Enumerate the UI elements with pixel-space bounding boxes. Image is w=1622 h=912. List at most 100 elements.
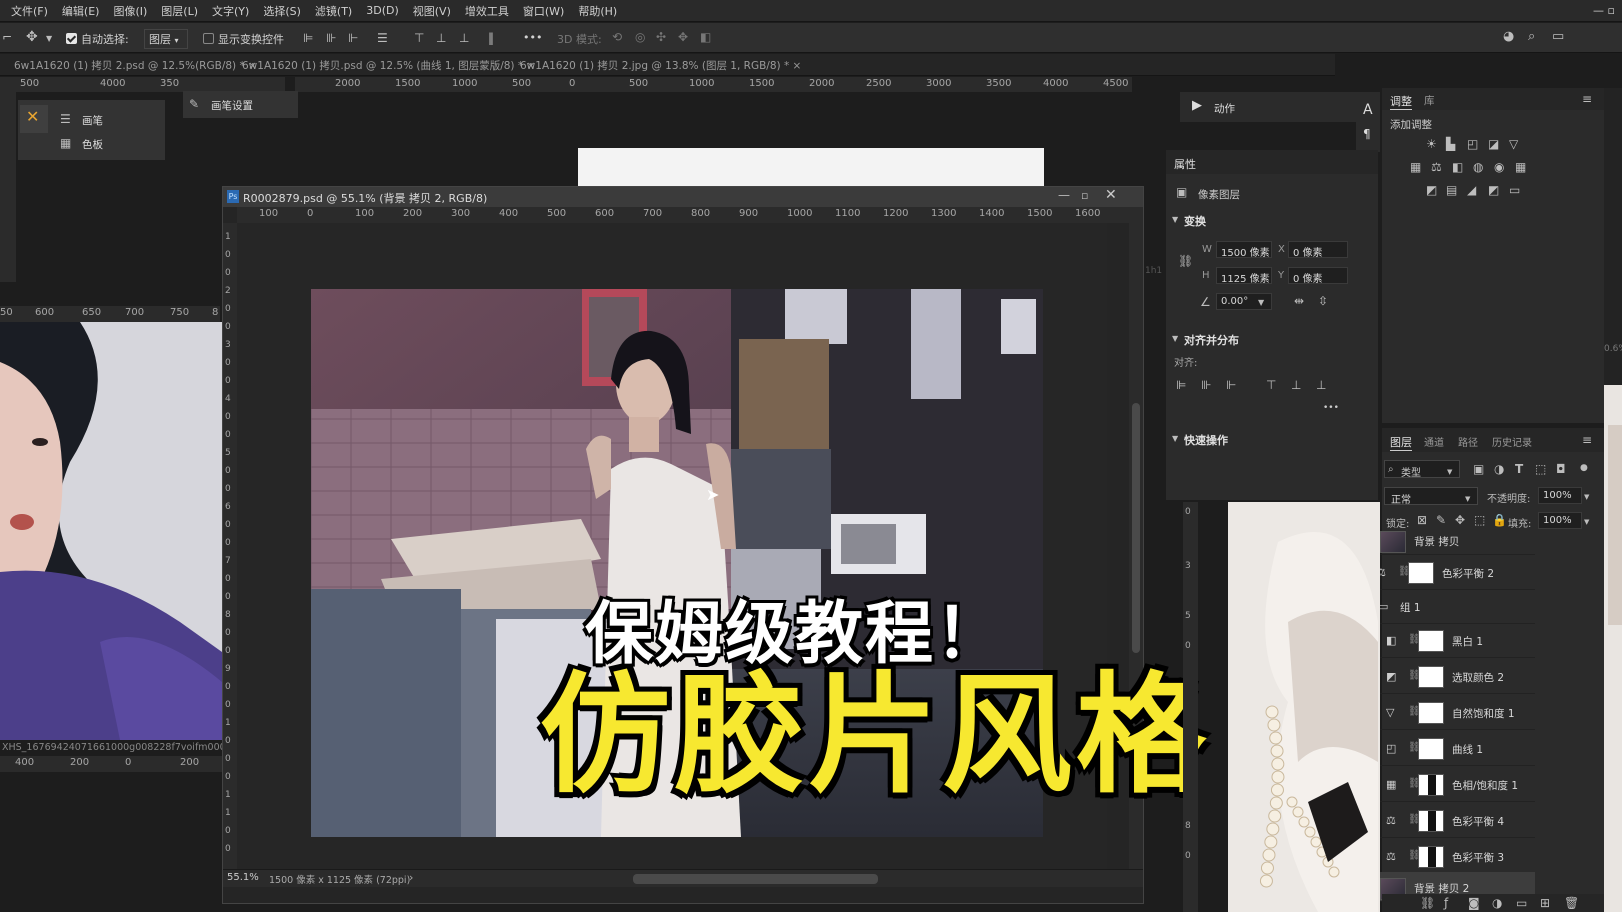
orbit-3d-icon[interactable]: ⟲	[612, 31, 622, 43]
filter-shape-icon[interactable]: ⬚	[1535, 463, 1546, 475]
distribute-v-icon[interactable]: ‖	[488, 32, 494, 44]
actions-panel-tab[interactable]: ▶ 动作	[1180, 92, 1358, 122]
channels-tab[interactable]: 通道	[1424, 434, 1444, 449]
align-middle-v-icon[interactable]: ⊥	[1291, 379, 1301, 391]
filter-pixel-icon[interactable]: ▣	[1473, 463, 1484, 475]
search-icon[interactable]: ⌕	[1528, 30, 1535, 43]
curves-icon[interactable]: ◰	[1467, 138, 1478, 150]
layer-mask-thumbnail[interactable]	[1418, 738, 1444, 760]
align-left-icon[interactable]: ⊫	[1176, 379, 1186, 391]
link-icon[interactable]: ⛓	[1178, 255, 1193, 267]
gradient-map-icon[interactable]: ▭	[1509, 184, 1520, 196]
menu-item[interactable]: 增效工具	[458, 3, 516, 19]
menu-item[interactable]: 图层(L)	[154, 3, 205, 19]
menu-item[interactable]: 3D(D)	[359, 4, 406, 17]
distribute-icon[interactable]: ☰	[377, 32, 388, 44]
lock-image-icon[interactable]: ✎	[1436, 514, 1446, 526]
layer-mask-thumbnail[interactable]	[1418, 666, 1444, 688]
lock-position-icon[interactable]: ✥	[1455, 514, 1465, 526]
fill-field[interactable]: 100%	[1538, 512, 1582, 529]
move-tool-icon[interactable]: ✥	[26, 30, 38, 44]
link-layers-icon[interactable]: ⛓	[1420, 897, 1435, 909]
align-bottom-icon[interactable]: ⊥	[1316, 379, 1326, 391]
threshold-icon[interactable]: ◢	[1467, 184, 1476, 196]
layer-mask-thumbnail[interactable]	[1418, 810, 1444, 832]
minimize-icon[interactable]: —	[1058, 188, 1070, 202]
doc-tab-3[interactable]: 6w1A1620 (1) 拷贝 2.jpg @ 13.8% (图层 1, RGB…	[520, 58, 801, 76]
maximize-icon[interactable]: ▫	[1081, 189, 1088, 202]
filter-toggle-icon[interactable]: ●	[1580, 462, 1588, 474]
color-lookup-icon[interactable]: ▦	[1515, 161, 1526, 173]
align-right-icon[interactable]: ⊩	[1226, 379, 1236, 391]
zoom-level[interactable]: 55.1%	[227, 872, 259, 883]
adjustments-tab[interactable]: 调整	[1390, 93, 1412, 110]
opacity-field[interactable]: 100%	[1538, 487, 1582, 504]
blend-mode-dropdown[interactable]: 正常 ▼	[1384, 487, 1478, 506]
lock-artboard-icon[interactable]: ⬚	[1474, 514, 1485, 526]
align-top-icon[interactable]: ⊤	[1266, 379, 1276, 391]
channel-mixer-icon[interactable]: ◉	[1494, 161, 1504, 173]
auto-select-checkbox[interactable]: 自动选择:	[66, 31, 129, 47]
menu-item[interactable]: 帮助(H)	[571, 3, 624, 19]
selective-color-icon[interactable]: ◩	[1488, 184, 1499, 196]
camera-3d-icon[interactable]: ◧	[700, 31, 711, 43]
align-top-icon[interactable]: ⊤	[414, 32, 424, 44]
delete-layer-icon[interactable]: 🗑	[1564, 897, 1579, 909]
exposure-icon[interactable]: ◪	[1488, 138, 1499, 150]
vertical-scroll-thumb[interactable]	[1132, 403, 1140, 653]
new-adjustment-icon[interactable]: ◑	[1492, 897, 1502, 909]
brush-panel-label[interactable]: 画笔	[82, 113, 103, 128]
lock-transparent-icon[interactable]: ⊠	[1417, 514, 1427, 526]
height-field[interactable]: 1125 像素	[1216, 267, 1272, 285]
window-controls-icon[interactable]: — ▫	[1586, 4, 1622, 17]
layer-mask-thumbnail[interactable]	[1418, 846, 1444, 868]
menu-item[interactable]: 编辑(E)	[55, 3, 107, 19]
hue-sat-icon[interactable]: ▦	[1410, 161, 1421, 173]
layer-filter-dropdown[interactable]: ⌕ 类型 ▼	[1384, 460, 1460, 479]
horizontal-scroll-thumb[interactable]	[633, 874, 878, 884]
transform-section-title[interactable]: 变换	[1184, 213, 1206, 229]
panel-menu-icon[interactable]: ≡	[1582, 434, 1592, 446]
invert-icon[interactable]: ◩	[1426, 184, 1437, 196]
properties-tab[interactable]: 属性	[1174, 156, 1196, 172]
add-mask-icon[interactable]: ◙	[1468, 897, 1480, 909]
swatches-panel-label[interactable]: 色板	[82, 137, 103, 152]
doc-tab-2[interactable]: 6w1A1620 (1) 拷贝.psd @ 12.5% (曲线 1, 图层蒙版/…	[242, 58, 535, 76]
fx-icon[interactable]: ƒ	[1444, 897, 1448, 909]
layer-mask-thumbnail[interactable]	[1418, 774, 1444, 796]
align-section-title[interactable]: 对齐并分布	[1184, 332, 1239, 348]
align-bottom-icon[interactable]: ⊥	[459, 32, 469, 44]
layer-mask-thumbnail[interactable]	[1408, 562, 1434, 584]
chevron-down-icon[interactable]: ▼	[1584, 516, 1589, 528]
chevron-down-icon[interactable]: ▼	[1258, 297, 1264, 309]
filter-type-icon[interactable]: T	[1515, 463, 1523, 475]
chevron-down-icon[interactable]: ▼	[1172, 433, 1178, 445]
menu-item[interactable]: 图像(I)	[106, 3, 154, 19]
chevron-down-icon[interactable]: ▼	[1584, 491, 1589, 503]
flip-vertical-icon[interactable]: ⇳	[1318, 295, 1328, 307]
auto-select-target-dropdown[interactable]: 图层 ▾	[144, 29, 188, 49]
menu-item[interactable]: 文件(F)	[4, 3, 55, 19]
new-group-icon[interactable]: ▭	[1516, 897, 1527, 909]
menu-item[interactable]: 窗口(W)	[516, 3, 571, 19]
filter-adjustment-icon[interactable]: ◑	[1494, 463, 1504, 475]
paragraph-icon[interactable]: ¶	[1363, 128, 1371, 140]
close-icon[interactable]: ×	[793, 60, 802, 72]
menu-item[interactable]: 选择(S)	[256, 3, 308, 19]
align-center-h-icon[interactable]: ⊪	[326, 32, 336, 44]
flip-horizontal-icon[interactable]: ⇹	[1294, 295, 1304, 307]
x-field[interactable]: 0 像素	[1288, 241, 1348, 259]
menu-item[interactable]: 滤镜(T)	[308, 3, 359, 19]
filter-smart-icon[interactable]: ◘	[1556, 463, 1566, 475]
align-right-icon[interactable]: ⊩	[348, 32, 358, 44]
status-more-arrow[interactable]: ›	[409, 871, 413, 884]
document-titlebar[interactable]: Ps R0002879.psd @ 55.1% (背景 拷贝 2, RGB/8)…	[223, 187, 1143, 207]
new-layer-icon[interactable]: ⊞	[1540, 897, 1550, 909]
quick-actions-title[interactable]: 快速操作	[1184, 432, 1228, 448]
menu-item[interactable]: 文字(Y)	[205, 3, 256, 19]
align-middle-v-icon[interactable]: ⊥	[436, 32, 446, 44]
levels-icon[interactable]: ▙	[1446, 138, 1455, 150]
chevron-down-icon[interactable]: ▼	[46, 33, 52, 45]
lock-all-icon[interactable]: 🔒	[1492, 514, 1507, 526]
align-center-h-icon[interactable]: ⊪	[1201, 379, 1211, 391]
